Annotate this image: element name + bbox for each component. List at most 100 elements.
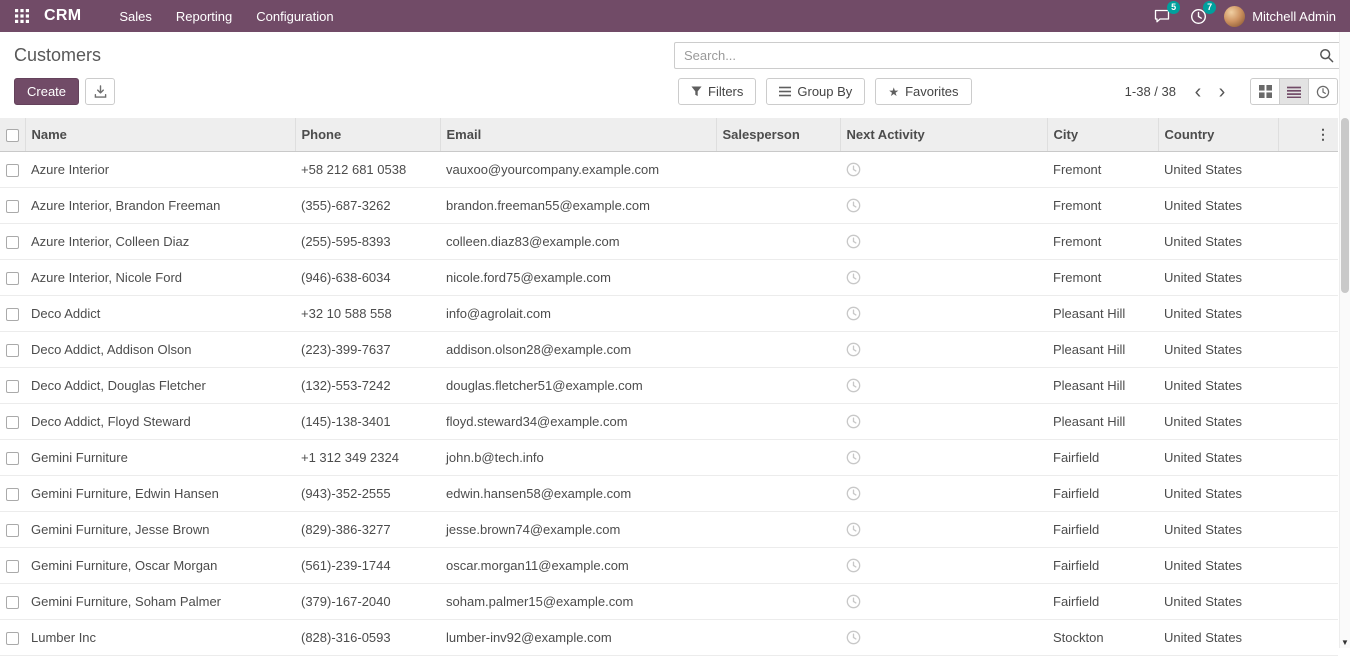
cell-phone: +58 212 681 0538 [295, 151, 440, 187]
column-header-phone[interactable]: Phone [295, 118, 440, 151]
user-menu[interactable]: Mitchell Admin [1224, 6, 1336, 27]
row-checkbox[interactable] [6, 416, 19, 429]
filter-icon [691, 86, 702, 97]
table-row[interactable]: Deco Addict, Douglas Fletcher (132)-553-… [0, 367, 1338, 403]
favorites-button[interactable]: ★ Favorites [875, 78, 971, 105]
table-row[interactable]: Azure Interior, Nicole Ford (946)-638-60… [0, 259, 1338, 295]
row-checkbox[interactable] [6, 308, 19, 321]
row-checkbox[interactable] [6, 632, 19, 645]
table-row[interactable]: Gemini Furniture +1 312 349 2324 john.b@… [0, 439, 1338, 475]
search-input[interactable] [674, 42, 1341, 69]
column-header-email[interactable]: Email [440, 118, 716, 151]
next-activity-icon[interactable] [846, 558, 861, 573]
table-row[interactable]: Gemini Furniture, Oscar Morgan (561)-239… [0, 547, 1338, 583]
apps-menu-icon[interactable] [10, 4, 34, 28]
cell-phone: (132)-553-7242 [295, 367, 440, 403]
cell-city: Pleasant Hill [1047, 295, 1158, 331]
cell-phone: (379)-167-2040 [295, 583, 440, 619]
menu-sales[interactable]: Sales [107, 1, 164, 32]
row-checkbox[interactable] [6, 164, 19, 177]
column-header-next-activity[interactable]: Next Activity [840, 118, 1047, 151]
table-row[interactable]: Gemini Furniture, Edwin Hansen (943)-352… [0, 475, 1338, 511]
group-by-button[interactable]: Group By [766, 78, 865, 105]
optional-columns-toggle[interactable]: ⋮ [1278, 118, 1338, 151]
table-row[interactable]: Lumber Inc (828)-316-0593 lumber-inv92@e… [0, 619, 1338, 655]
menu-reporting[interactable]: Reporting [164, 1, 244, 32]
app-name[interactable]: CRM [44, 7, 81, 25]
messages-icon[interactable]: 5 [1152, 6, 1172, 26]
next-activity-icon[interactable] [846, 630, 861, 645]
table-row[interactable]: Azure Interior, Brandon Freeman (355)-68… [0, 187, 1338, 223]
column-header-salesperson[interactable]: Salesperson [716, 118, 840, 151]
pager-next-button[interactable]: › [1210, 78, 1234, 105]
cell-select [0, 511, 25, 547]
cell-phone: (355)-687-3262 [295, 187, 440, 223]
vertical-scrollbar[interactable]: ▼ [1339, 32, 1350, 648]
next-activity-icon[interactable] [846, 414, 861, 429]
avatar [1224, 6, 1245, 27]
activities-icon[interactable]: 7 [1188, 6, 1208, 26]
next-activity-icon[interactable] [846, 450, 861, 465]
row-checkbox[interactable] [6, 488, 19, 501]
table-row[interactable]: Azure Interior, Colleen Diaz (255)-595-8… [0, 223, 1338, 259]
row-checkbox[interactable] [6, 596, 19, 609]
table-row[interactable]: Gemini Furniture, Soham Palmer (379)-167… [0, 583, 1338, 619]
search-bar [674, 42, 1341, 69]
pager-previous-button[interactable]: ‹ [1186, 78, 1210, 105]
list-view-button[interactable] [1279, 78, 1309, 105]
next-activity-icon[interactable] [846, 594, 861, 609]
export-button[interactable] [85, 78, 115, 105]
cell-phone: (561)-239-1744 [295, 547, 440, 583]
next-activity-icon[interactable] [846, 270, 861, 285]
filters-button[interactable]: Filters [678, 78, 756, 105]
select-all-checkbox[interactable] [6, 129, 19, 142]
cell-select [0, 259, 25, 295]
next-activity-icon[interactable] [846, 342, 861, 357]
cell-next-activity [840, 619, 1047, 655]
row-checkbox[interactable] [6, 452, 19, 465]
row-checkbox[interactable] [6, 560, 19, 573]
row-checkbox[interactable] [6, 200, 19, 213]
next-activity-icon[interactable] [846, 522, 861, 537]
cell-salesperson [716, 439, 840, 475]
cell-next-activity [840, 403, 1047, 439]
table-row[interactable]: Azure Interior +58 212 681 0538 vauxoo@y… [0, 151, 1338, 187]
next-activity-icon[interactable] [846, 486, 861, 501]
scroll-down-icon[interactable]: ▼ [1340, 638, 1350, 647]
next-activity-icon[interactable] [846, 198, 861, 213]
column-header-country[interactable]: Country [1158, 118, 1278, 151]
table-row[interactable]: Deco Addict, Addison Olson (223)-399-763… [0, 331, 1338, 367]
table-row[interactable]: Gemini Furniture, Jesse Brown (829)-386-… [0, 511, 1338, 547]
menu-configuration[interactable]: Configuration [244, 1, 345, 32]
favorites-icon: ★ [888, 86, 899, 98]
search-icon[interactable] [1319, 48, 1334, 68]
cell-name: Azure Interior [25, 151, 295, 187]
create-button[interactable]: Create [14, 78, 79, 105]
cell-salesperson [716, 583, 840, 619]
kanban-view-button[interactable] [1250, 78, 1280, 105]
magnifier-glyph [1319, 48, 1334, 63]
next-activity-icon[interactable] [846, 378, 861, 393]
row-checkbox[interactable] [6, 236, 19, 249]
cell-filler [1278, 151, 1338, 187]
row-checkbox[interactable] [6, 524, 19, 537]
activity-view-button[interactable] [1308, 78, 1338, 105]
table-row[interactable]: Deco Addict +32 10 588 558 info@agrolait… [0, 295, 1338, 331]
column-header-name[interactable]: Name [25, 118, 295, 151]
cell-filler [1278, 295, 1338, 331]
cell-select [0, 367, 25, 403]
row-checkbox[interactable] [6, 344, 19, 357]
cell-city: Fremont [1047, 187, 1158, 223]
next-activity-icon[interactable] [846, 162, 861, 177]
next-activity-icon[interactable] [846, 306, 861, 321]
cell-select [0, 475, 25, 511]
pager-range: 1-38 / 38 [1125, 84, 1176, 99]
view-switcher [1250, 78, 1338, 105]
column-header-city[interactable]: City [1047, 118, 1158, 151]
next-activity-icon[interactable] [846, 234, 861, 249]
scrollbar-thumb[interactable] [1341, 118, 1349, 293]
row-checkbox[interactable] [6, 272, 19, 285]
row-checkbox[interactable] [6, 380, 19, 393]
table-row[interactable]: Deco Addict, Floyd Steward (145)-138-340… [0, 403, 1338, 439]
group-by-icon [779, 86, 791, 97]
